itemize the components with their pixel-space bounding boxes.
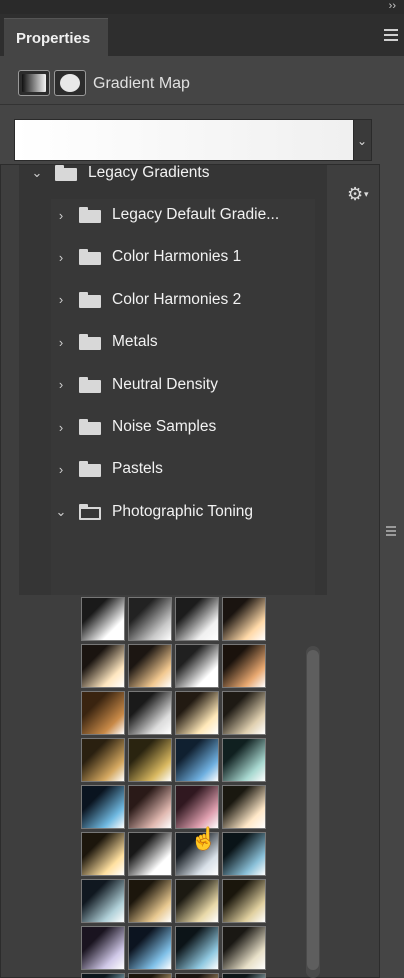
gradient-swatch[interactable] <box>81 832 125 876</box>
folder-row[interactable]: › Metals <box>53 327 158 357</box>
gradient-swatch[interactable] <box>81 973 125 978</box>
folder-row[interactable]: › Neutral Density <box>53 370 218 400</box>
gradient-swatch[interactable] <box>175 973 219 978</box>
gradient-swatch[interactable] <box>128 832 172 876</box>
folder-icon <box>79 207 101 223</box>
gradient-swatch[interactable] <box>175 879 219 923</box>
chevron-right-icon[interactable]: › <box>53 208 69 223</box>
folder-row[interactable]: › Legacy Default Gradie... <box>53 200 279 230</box>
gradient-swatch[interactable] <box>81 597 125 641</box>
gradient-swatch[interactable] <box>222 644 266 688</box>
gradient-swatch[interactable] <box>128 691 172 735</box>
adjustment-title: Gradient Map <box>93 75 190 92</box>
scrollbar-thumb[interactable] <box>307 650 319 970</box>
gradient-swatch[interactable] <box>81 738 125 782</box>
layer-mask-icon[interactable] <box>54 70 86 96</box>
folder-label: Metals <box>112 333 158 351</box>
gradient-swatch[interactable] <box>128 973 172 978</box>
folder-icon <box>79 334 101 351</box>
gradient-swatch[interactable] <box>81 926 125 970</box>
gradient-swatch[interactable] <box>128 597 172 641</box>
adjustment-header: Gradient Map <box>0 64 404 104</box>
chevron-down-icon[interactable]: ⌄ <box>53 504 69 520</box>
gear-icon[interactable]: ⚙ <box>347 184 363 205</box>
panel-top-bar: ›› <box>0 0 404 14</box>
gradient-swatch[interactable] <box>175 785 219 829</box>
gradient-swatch[interactable] <box>222 973 266 978</box>
folder-row[interactable]: › Color Harmonies 1 <box>53 242 241 272</box>
folder-legacy-gradients[interactable]: ⌄ Legacy Gradients <box>29 158 210 188</box>
gradient-preview-field[interactable] <box>14 119 354 161</box>
gradient-swatch[interactable] <box>81 785 125 829</box>
gradient-swatch[interactable] <box>175 691 219 735</box>
folder-label: Legacy Default Gradie... <box>112 206 280 223</box>
panel-tab-strip: Properties <box>0 14 404 58</box>
tab-properties[interactable]: Properties <box>4 18 108 58</box>
folder-row[interactable]: ⌄ Photographic Toning <box>53 497 253 527</box>
gradient-swatch[interactable] <box>128 785 172 829</box>
folder-icon <box>79 461 101 478</box>
gradient-swatch[interactable] <box>128 738 172 782</box>
chevron-right-icon[interactable]: › <box>53 250 69 265</box>
gradient-swatch[interactable] <box>81 691 125 735</box>
panel-grip-icon[interactable] <box>386 526 396 536</box>
collapse-panels-icon[interactable]: ›› <box>389 0 396 12</box>
folder-label: Photographic Toning <box>112 502 254 520</box>
gradient-swatch[interactable] <box>128 644 172 688</box>
gradient-swatch[interactable] <box>175 597 219 641</box>
swatch-scrollbar[interactable] <box>306 646 320 978</box>
chevron-down-icon: ⌄ <box>357 134 368 148</box>
gradient-swatch[interactable] <box>81 644 125 688</box>
gear-menu-caret-icon[interactable]: ▾ <box>364 189 369 200</box>
folder-row[interactable]: › Pastels <box>53 454 163 484</box>
gradient-swatch[interactable] <box>175 926 219 970</box>
gradient-swatch[interactable] <box>175 738 219 782</box>
folder-icon <box>55 165 77 181</box>
folder-label: Noise Samples <box>112 418 217 435</box>
folder-label: Pastels <box>112 460 163 478</box>
gradient-swatch[interactable] <box>175 644 219 688</box>
gradient-swatch[interactable] <box>81 879 125 923</box>
folder-row[interactable]: › Color Harmonies 2 <box>53 285 241 315</box>
chevron-right-icon[interactable]: › <box>53 462 69 477</box>
gradient-swatch[interactable] <box>222 879 266 923</box>
folder-icon <box>79 291 101 308</box>
divider <box>0 104 404 105</box>
folder-label: Legacy Gradients <box>88 164 210 181</box>
chevron-right-icon[interactable]: › <box>53 335 69 350</box>
folder-open-icon <box>79 503 101 520</box>
hand-pointer-cursor-icon: ☝ <box>190 826 218 851</box>
chevron-right-icon[interactable]: › <box>53 292 69 307</box>
tab-properties-label: Properties <box>16 30 91 47</box>
chevron-right-icon[interactable]: › <box>53 420 69 435</box>
gradient-swatch[interactable] <box>128 926 172 970</box>
gradient-swatch[interactable] <box>128 879 172 923</box>
folder-icon <box>79 376 101 393</box>
chevron-down-icon[interactable]: ⌄ <box>29 165 45 181</box>
gradient-swatch[interactable] <box>222 738 266 782</box>
gradient-swatch[interactable] <box>222 926 266 970</box>
folder-row[interactable]: › Noise Samples <box>53 412 216 442</box>
gradient-picker-popup: ⚙ ▾ ⌄ Legacy Gradients › Legacy Default G… <box>0 164 380 978</box>
folder-label: Color Harmonies 2 <box>112 290 242 308</box>
gradient-picker-dropdown[interactable]: ⌄ <box>354 119 372 161</box>
gradient-swatch[interactable] <box>222 832 266 876</box>
gradient-swatch[interactable] <box>222 785 266 829</box>
gradient-map-icon[interactable] <box>18 70 50 96</box>
panel-menu-icon[interactable] <box>384 29 398 41</box>
chevron-right-icon[interactable]: › <box>53 377 69 392</box>
folder-icon <box>79 249 101 266</box>
folder-label: Color Harmonies 1 <box>112 248 242 266</box>
gradient-swatch[interactable] <box>222 691 266 735</box>
folder-icon <box>79 419 101 435</box>
gradient-swatch[interactable] <box>222 597 266 641</box>
gradient-swatch-grid <box>81 597 271 978</box>
folder-label: Neutral Density <box>112 375 218 393</box>
